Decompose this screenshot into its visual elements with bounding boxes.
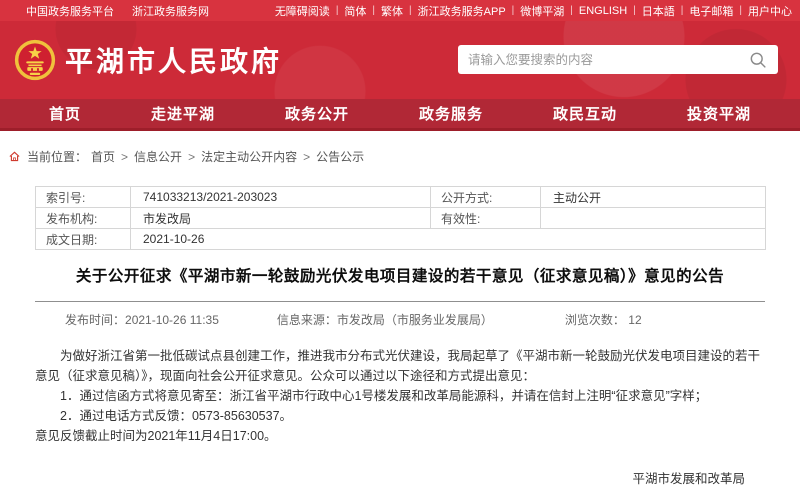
paragraph-deadline: 意见反馈截止时间为2021年11月4日17:00。 — [35, 426, 765, 446]
breadcrumb-separator: > — [188, 150, 195, 164]
breadcrumb-item-info-disclosure[interactable]: 信息公开 — [134, 148, 182, 165]
separator: | — [336, 5, 339, 16]
publish-time-label: 发布时间： — [65, 313, 125, 327]
breadcrumb-label: 当前位置： — [27, 148, 87, 165]
link-accessibility[interactable]: 无障碍阅读 — [275, 3, 330, 19]
separator: | — [512, 5, 515, 16]
link-weibo[interactable]: 微博平湖 — [520, 3, 564, 19]
separator: | — [372, 5, 375, 16]
index-number-value: 741033213/2021-203023 — [131, 187, 431, 208]
table-row: 索引号: 741033213/2021-203023 公开方式: 主动公开 — [36, 187, 766, 208]
nav-item-invest-pinghu[interactable]: 投资平湖 — [687, 103, 751, 124]
nav-item-home[interactable]: 首页 — [49, 103, 81, 124]
link-traditional[interactable]: 繁体 — [381, 3, 403, 19]
nav-item-about-pinghu[interactable]: 走进平湖 — [151, 103, 215, 124]
document-info-table: 索引号: 741033213/2021-203023 公开方式: 主动公开 发布… — [35, 186, 766, 250]
breadcrumb-separator: > — [121, 150, 128, 164]
separator: | — [739, 5, 742, 16]
issue-date-value: 2021-10-26 — [131, 229, 766, 250]
validity-value — [541, 208, 766, 229]
page-title: 关于公开征求《平湖市新一轮鼓励光伏发电项目建设的若干意见（征求意见稿）》意见的公… — [35, 264, 765, 286]
disclosure-method-value: 主动公开 — [541, 187, 766, 208]
info-source-label: 信息来源： — [277, 313, 337, 327]
issuing-agency-value: 市发改局 — [131, 208, 431, 229]
link-zj-app[interactable]: 浙江政务服务APP — [418, 3, 506, 19]
disclosure-method-label: 公开方式: — [431, 187, 541, 208]
search-box — [458, 45, 778, 74]
paragraph-mail-feedback: 1．通过信函方式将意见寄至：浙江省平湖市行政中心1号楼发展和改革局能源科，并请在… — [35, 386, 765, 406]
separator: | — [409, 5, 412, 16]
nav-item-gov-disclosure[interactable]: 政务公开 — [285, 103, 349, 124]
main-nav: 首页 走进平湖 政务公开 政务服务 政民互动 投资平湖 — [0, 99, 800, 131]
view-count-label: 浏览次数： — [565, 313, 625, 327]
nav-item-gov-services[interactable]: 政务服务 — [419, 103, 483, 124]
top-utility-bar: 中国政务服务平台 浙江政务服务网 无障碍阅读 | 简体 | 繁体 | 浙江政务服… — [0, 0, 800, 21]
link-user-center[interactable]: 用户中心 — [748, 3, 792, 19]
breadcrumb-item-home[interactable]: 首页 — [91, 148, 115, 165]
search-icon[interactable] — [748, 50, 768, 70]
nav-item-public-interaction[interactable]: 政民互动 — [553, 103, 617, 124]
issuing-authority-signature: 平湖市发展和改革局 — [35, 468, 765, 487]
breadcrumb-separator: > — [303, 150, 310, 164]
paragraph-phone-feedback: 2．通过电话方式反馈：0573-85630537。 — [35, 406, 765, 426]
issuing-agency-label: 发布机构: — [36, 208, 131, 229]
article-body: 为做好浙江省第一批低碳试点县创建工作，推进我市分布式光伏建设，我局起草了《平湖市… — [35, 346, 765, 446]
site-header: 平湖市人民政府 — [0, 21, 800, 99]
validity-label: 有效性: — [431, 208, 541, 229]
publish-time: 发布时间：2021-10-26 11:35 — [65, 311, 219, 328]
breadcrumb: 当前位置： 首页 > 信息公开 > 法定主动公开内容 > 公告公示 — [0, 131, 800, 165]
search-input[interactable] — [468, 53, 748, 67]
site-title: 平湖市人民政府 — [65, 40, 282, 80]
issue-date-label: 成文日期: — [36, 229, 131, 250]
info-source: 信息来源：市发改局（市服务业发展局） — [277, 311, 493, 328]
separator: | — [570, 5, 573, 16]
breadcrumb-item-statutory-content[interactable]: 法定主动公开内容 — [201, 148, 297, 165]
link-simplified[interactable]: 简体 — [344, 3, 366, 19]
separator: | — [681, 5, 684, 16]
publish-time-value: 2021-10-26 11:35 — [125, 313, 219, 327]
view-count: 浏览次数： 12 — [565, 311, 642, 328]
index-number-label: 索引号: — [36, 187, 131, 208]
topbar-right-links: 无障碍阅读 | 简体 | 繁体 | 浙江政务服务APP | 微博平湖 | ENG… — [275, 3, 792, 19]
home-icon — [8, 150, 21, 163]
link-english[interactable]: ENGLISH — [579, 5, 627, 17]
link-email[interactable]: 电子邮箱 — [689, 3, 733, 19]
national-emblem-icon — [14, 39, 56, 81]
link-zhejiang-gov-service[interactable]: 浙江政务服务网 — [132, 3, 209, 19]
site-brand[interactable]: 平湖市人民政府 — [0, 39, 282, 81]
table-row: 发布机构: 市发改局 有效性: — [36, 208, 766, 229]
view-count-value: 12 — [628, 313, 641, 327]
breadcrumb-item-announcements[interactable]: 公告公示 — [316, 148, 364, 165]
table-row: 成文日期: 2021-10-26 — [36, 229, 766, 250]
link-japanese[interactable]: 日本語 — [642, 3, 675, 19]
info-source-value: 市发改局（市服务业发展局） — [337, 313, 493, 327]
article-container: 索引号: 741033213/2021-203023 公开方式: 主动公开 发布… — [35, 186, 765, 487]
paragraph-intro: 为做好浙江省第一批低碳试点县创建工作，推进我市分布式光伏建设，我局起草了《平湖市… — [35, 346, 765, 386]
link-china-gov-service[interactable]: 中国政务服务平台 — [26, 3, 114, 19]
separator: | — [633, 5, 636, 16]
topbar-left-links: 中国政务服务平台 浙江政务服务网 — [8, 3, 209, 19]
article-meta: 发布时间：2021-10-26 11:35 信息来源：市发改局（市服务业发展局）… — [35, 302, 765, 328]
